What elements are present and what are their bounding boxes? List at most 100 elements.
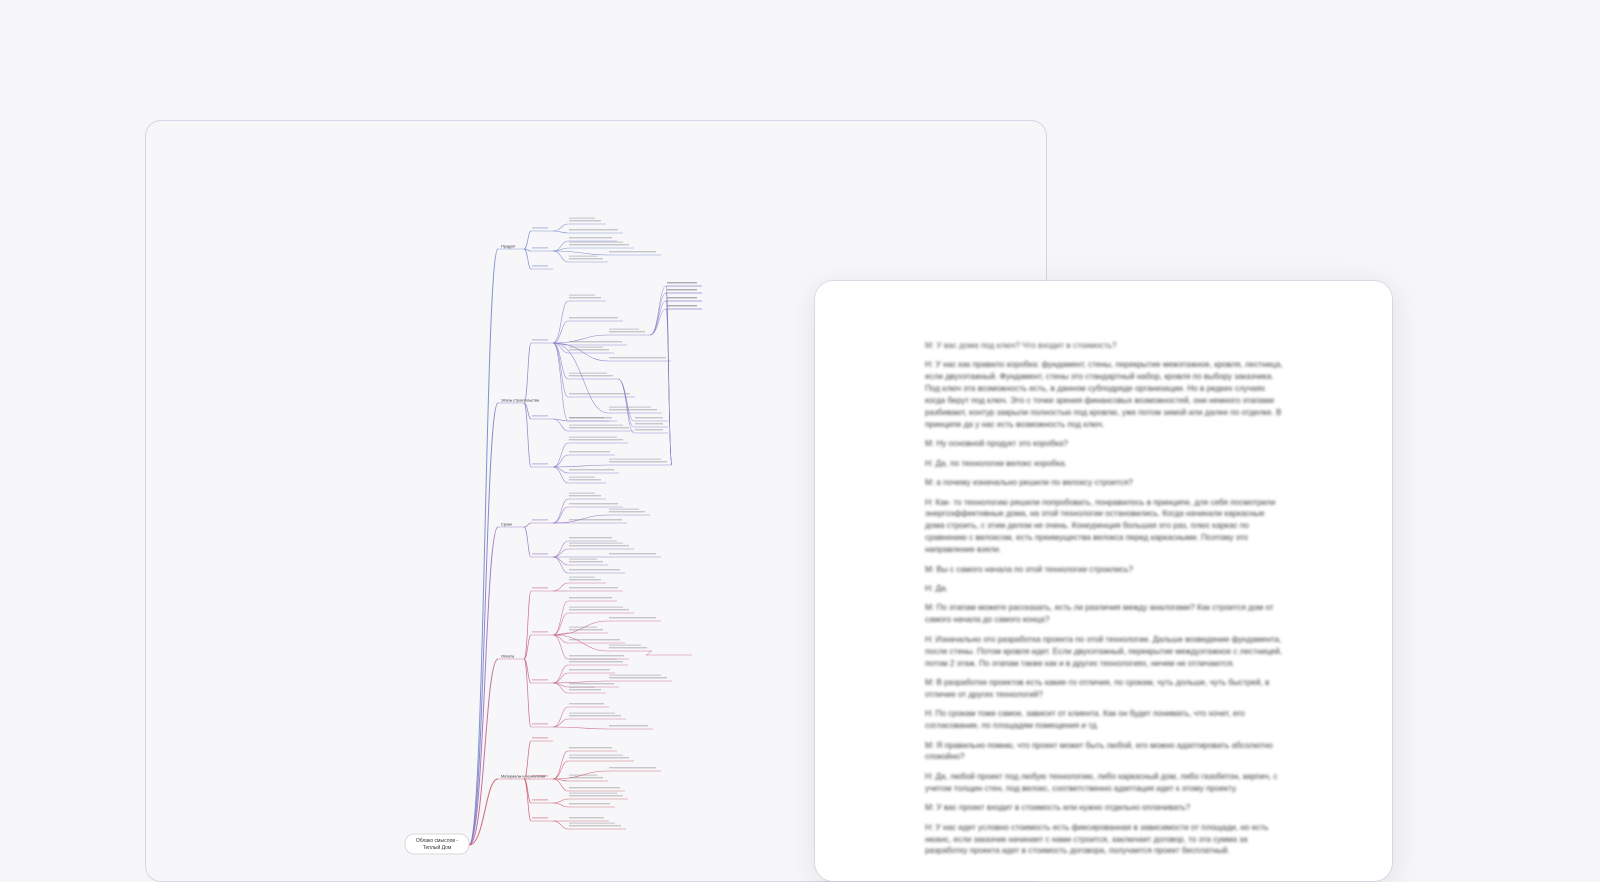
mindmap-leaf [569, 469, 614, 471]
mindmap-leaf [569, 436, 617, 438]
mindmap-branch-label: Продукт [501, 245, 516, 249]
transcript-paragraph: М: Ну основной продукт это коробка? [925, 439, 1068, 449]
mindmap-node [532, 463, 548, 465]
mindmap-node [532, 817, 548, 819]
mindmap-leaf [569, 817, 604, 819]
mindmap-node [532, 415, 548, 417]
mindmap-leaf [569, 576, 595, 578]
mindmap-branch-label: Сроки [501, 523, 512, 527]
mindmap-leaf [569, 424, 623, 426]
transcript-paragraph: М: У вас дома под ключ? Что входит в сто… [925, 341, 1117, 350]
mindmap-leaf [569, 492, 595, 494]
transcript-paragraph: Н: Да, любой проект под любую технологию… [925, 771, 1278, 793]
mindmap-leaf [569, 626, 597, 628]
mindmap-node [532, 631, 548, 633]
mindmap-branch[interactable]: Этапы строительства [468, 282, 702, 846]
mindmap-leaf [569, 476, 595, 478]
mindmap-leaf [609, 357, 666, 359]
mindmap-leaf [569, 558, 597, 560]
mindmap-leaf [569, 393, 630, 395]
mindmap-node [532, 339, 548, 341]
transcript-paragraph: Н: Как- то технологию решили попробовать… [925, 497, 1276, 555]
mindmap-leaf [569, 439, 623, 441]
mindmap-leaf [569, 629, 603, 631]
mindmap-leaf [569, 244, 629, 246]
mindmap-node [532, 679, 548, 681]
mindmap-leaf [609, 644, 641, 646]
mindmap-node [532, 799, 548, 801]
mindmap-leaf [569, 375, 613, 377]
mindmap-leaf [569, 542, 623, 544]
mindmap-leaf [569, 229, 618, 231]
mindmap-leaf [609, 767, 656, 769]
mindmap-branch[interactable]: Оплата [468, 576, 692, 846]
mindmap-leaf [609, 328, 639, 330]
mindmap-leaf [569, 661, 623, 663]
mindmap-leaf [569, 825, 621, 827]
transcript-paragraph: М: В разработке проектов есть какие-то о… [925, 677, 1270, 699]
mindmap-leaf [569, 795, 623, 797]
mindmap-leaf [609, 617, 656, 619]
mindmap-node [532, 737, 548, 739]
mindmap-leaf [569, 372, 607, 374]
mindmap-leaf [569, 258, 603, 260]
mindmap-leaf [569, 787, 620, 789]
mindmap-leaf [569, 537, 612, 539]
mindmap-leaf [569, 712, 615, 714]
mindmap-leaf [569, 655, 624, 657]
mindmap-branch[interactable]: Продукт [468, 217, 661, 846]
mindmap-branch[interactable]: Сроки [468, 492, 661, 846]
mindmap-leaf [635, 417, 663, 419]
mindmap-leaf [569, 255, 597, 257]
mindmap-leaf [569, 220, 601, 222]
mindmap-node [532, 587, 548, 589]
mindmap-node [532, 519, 548, 521]
mindmap-leaf [667, 282, 697, 284]
mindmap-root-label: Теплый Дом [423, 844, 452, 851]
mindmap-leaf [609, 677, 667, 679]
mindmap-leaf [569, 609, 629, 611]
mindmap-leaf [569, 597, 612, 599]
mindmap-leaf [569, 417, 612, 419]
mindmap-leaf [609, 461, 667, 463]
transcript-paragraph: Н: Изначально это разработка проекта по … [925, 634, 1282, 668]
mindmap-branch[interactable]: Материалы и технологии [468, 737, 661, 846]
mindmap-leaf [569, 606, 623, 608]
mindmap-leaf [569, 451, 610, 453]
mindmap-leaf [569, 495, 601, 497]
mindmap-leaf [667, 305, 697, 307]
mindmap-branch-label: Оплата [501, 655, 515, 659]
mindmap-leaf [569, 217, 595, 219]
mindmap-leaf [569, 658, 617, 660]
mindmap-leaf [635, 423, 663, 425]
mindmap-node [532, 265, 548, 267]
mindmap-leaf [569, 503, 618, 505]
mindmap-leaf [635, 429, 663, 431]
mindmap-leaf [569, 317, 618, 319]
mindmap-leaf [569, 297, 601, 299]
mindmap-leaf [569, 587, 618, 589]
mindmap-leaf [569, 669, 610, 671]
mindmap-root[interactable]: Облако смыслов -Теплый Дом [404, 833, 470, 855]
mindmap-leaf [609, 331, 645, 333]
mindmap-leaf [609, 511, 645, 513]
transcript-paragraph: М: По этапам можете рассказать, есть ли … [925, 603, 1274, 625]
mindmap-leaf [569, 349, 609, 351]
mindmap-leaf [569, 774, 597, 776]
transcript-text: М: У вас дома под ключ? Что входит в сто… [925, 340, 1285, 865]
mindmap-leaf [569, 237, 612, 239]
mindmap-leaf [569, 545, 629, 547]
mindmap-leaf [609, 553, 656, 555]
mindmap-node [532, 227, 548, 229]
mindmap-leaf [569, 715, 621, 717]
mindmap-branch-label: Этапы строительства [501, 399, 540, 403]
mindmap-leaf [569, 427, 629, 429]
mindmap-leaf [609, 406, 651, 408]
mindmap-leaf [569, 754, 623, 756]
mindmap-node [532, 247, 548, 249]
mindmap-leaf [569, 579, 601, 581]
mindmap-leaf [609, 251, 656, 253]
mindmap-leaf [569, 241, 623, 243]
mindmap-node [532, 723, 548, 725]
transcript-panel[interactable]: М: У вас дома под ключ? Что входит в сто… [815, 281, 1392, 881]
